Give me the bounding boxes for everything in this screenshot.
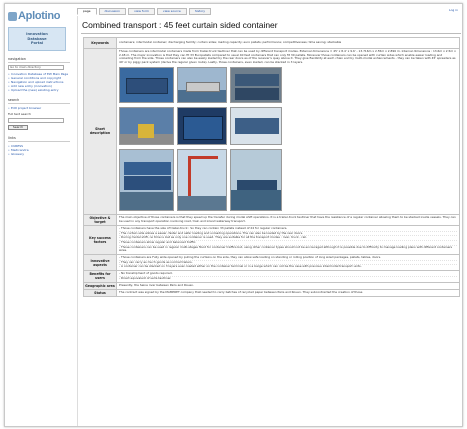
water-shape xyxy=(178,195,226,210)
table-row: Status The contract was signed by the MA… xyxy=(83,288,460,297)
container-shape xyxy=(235,117,279,134)
search-heading: search xyxy=(8,98,70,104)
crane-shape xyxy=(188,155,218,159)
directory-select[interactable]: Go to main directory xyxy=(8,65,64,70)
table-row: Objective & target The main objective of… xyxy=(83,213,460,226)
forklift-shape xyxy=(138,123,154,138)
navigation-list: Innovation Database of EW Main Page Gene… xyxy=(8,72,70,92)
containers-shape xyxy=(124,175,171,190)
table-row: Short description Those containers are i… xyxy=(83,48,460,215)
photo-container-truck[interactable] xyxy=(230,106,282,145)
sidebar: Aplotino Innovation Database Portal navi… xyxy=(8,8,70,426)
status-label: Status xyxy=(83,288,117,297)
links-heading: links xyxy=(8,136,70,142)
container-shape xyxy=(235,87,279,100)
page-tabs: page discussion view form view source hi… xyxy=(77,8,212,15)
site-logo[interactable]: Aplotino xyxy=(8,8,70,24)
photo-container-barge[interactable] xyxy=(119,66,174,103)
table-row: Keywords containers; intermodal containe… xyxy=(83,37,460,49)
photo-barge-containers[interactable] xyxy=(119,148,174,211)
status-value: The contract was signed by the MAMPRET c… xyxy=(116,288,460,297)
tab-view-form[interactable]: view form xyxy=(128,8,155,15)
photo-container-stack[interactable] xyxy=(230,66,282,103)
benefits-cell: - No transhipment of goods required. - D… xyxy=(116,270,460,283)
search-input[interactable] xyxy=(8,118,64,123)
containers-shape xyxy=(124,161,171,175)
logo-mark-icon xyxy=(8,11,17,21)
page-title: Combined transport : 45 feet curtain sid… xyxy=(81,16,461,34)
link-item-glossary[interactable]: Glossary xyxy=(8,152,70,156)
main-content: Combined transport : 45 feet curtain sid… xyxy=(77,16,461,426)
container-shape xyxy=(126,77,168,94)
description-cell: Those containers are intermodal containe… xyxy=(116,48,460,215)
tab-discussion[interactable]: discussion xyxy=(98,8,127,15)
description-text: Those containers are intermodal containe… xyxy=(119,49,456,65)
login-link[interactable]: Log in xyxy=(449,8,458,12)
tab-view-source[interactable]: view source xyxy=(156,8,187,15)
links-list: CURESS Medicandra Glossary xyxy=(8,144,70,156)
objective-value: The main objective of those containers i… xyxy=(116,213,460,226)
logo-text: Aplotino xyxy=(18,10,61,22)
description-label: Short description xyxy=(83,48,117,215)
innovation-database-box[interactable]: Innovation Database Portal xyxy=(8,27,66,51)
keywords-label: Keywords xyxy=(83,37,117,49)
search-button[interactable]: Search xyxy=(8,125,28,130)
tab-page[interactable]: page xyxy=(77,8,97,15)
photo-crane-terminal[interactable] xyxy=(177,148,227,211)
photo-forklift-loading[interactable] xyxy=(119,106,174,145)
success-cell: - Those containers have the size of trai… xyxy=(116,224,460,256)
aspects-label: Innovative aspects xyxy=(83,254,117,272)
photo-river-barge[interactable] xyxy=(230,148,282,211)
search-list: Edit project browser xyxy=(8,106,70,110)
area-value: Presently, the Seine river between Paris… xyxy=(116,281,460,290)
barge-shape xyxy=(237,179,277,190)
container-shape xyxy=(235,73,279,86)
table-row: Key success factors - Those containers h… xyxy=(83,224,460,256)
photo-curtain-side[interactable] xyxy=(177,106,227,145)
navigation-heading: navigation xyxy=(8,57,70,63)
table-row: Geographic area Presently, the Seine riv… xyxy=(83,281,460,290)
success-line-5: - Those containers can be used in regula… xyxy=(119,244,457,253)
water-shape xyxy=(231,189,281,210)
nav-item-upload-entry[interactable]: Upload the (new) existing entry xyxy=(8,88,70,92)
keywords-value: containers; intermodal container; discha… xyxy=(116,37,460,49)
info-table: Keywords containers; intermodal containe… xyxy=(83,37,460,297)
benefits-line-2: - Direct equivalent of semi-tautliner. xyxy=(119,275,457,281)
photo-gallery xyxy=(119,66,457,213)
ship-shape xyxy=(186,81,220,92)
photo-ship-harbour[interactable] xyxy=(177,66,227,103)
aspects-cell: - Those containers are Fully wide opened… xyxy=(116,254,460,272)
aspects-line-3: - A container can be stacked on 3 layers… xyxy=(119,264,457,269)
objective-label: Objective & target xyxy=(83,213,117,226)
table-row: Innovative aspects - Those containers ar… xyxy=(83,254,460,272)
area-label: Geographic area xyxy=(83,281,117,290)
db-box-line-3: Portal xyxy=(30,41,44,46)
success-label: Key success factors xyxy=(83,224,117,256)
crane-shape xyxy=(188,155,191,196)
curtain-shape xyxy=(183,115,223,140)
table-row: Benefits for users - No transhipment of … xyxy=(83,270,460,283)
tab-history[interactable]: history xyxy=(188,8,212,15)
water-shape xyxy=(120,191,173,210)
browser-window: Aplotino Innovation Database Portal navi… xyxy=(4,3,463,427)
fulltext-label: Full text search xyxy=(8,112,31,116)
search-item-browser[interactable]: Edit project browser xyxy=(8,106,70,110)
benefits-label: Benefits for users xyxy=(83,270,117,283)
